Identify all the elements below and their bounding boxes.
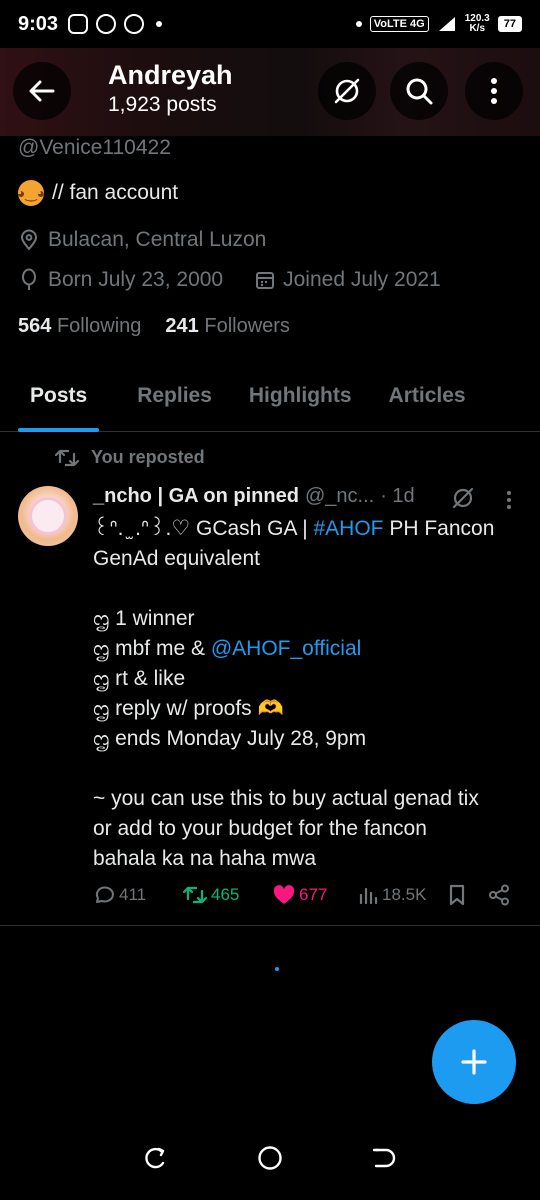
post-text: ꒰ᐢ. ̫ .ᐢ꒱.♡ GCash GA | #AHOF PH Fancon G…: [93, 514, 523, 874]
chat-bubble-icon: [96, 14, 117, 34]
vertical-dots-icon: [491, 78, 497, 104]
grok-icon: [334, 78, 360, 104]
search-icon: [406, 78, 433, 105]
more-options-button[interactable]: [465, 62, 523, 120]
post-divider: [0, 925, 540, 926]
views-button[interactable]: 18.5K: [358, 885, 448, 905]
post-header: _ncho | GA on pinned @_nc... · 1d: [93, 485, 415, 508]
post-more-button[interactable]: [506, 490, 512, 515]
hashtag-link[interactable]: #AHOF: [314, 517, 384, 540]
profile-bio: ◕‿◕ // fan account: [17, 180, 179, 206]
plus-icon: [461, 1049, 487, 1075]
bar-chart-icon: [359, 887, 378, 905]
grok-icon: [452, 487, 474, 509]
post-line: ᦗ mbf me & @AHOF_official: [93, 637, 362, 660]
recent-apps-icon: [145, 1147, 165, 1168]
post-line: ~ you can use this to buy actual genad t…: [93, 787, 479, 810]
status-time: 9:03: [18, 12, 59, 35]
profile-location: Bulacan, Central Luzon: [18, 228, 266, 252]
like-button[interactable]: 677: [273, 885, 358, 905]
cat-emoji-icon: ◕‿◕: [17, 180, 45, 206]
calendar-icon: [256, 272, 275, 289]
mention-link[interactable]: @AHOF_official: [211, 637, 361, 660]
compose-post-button[interactable]: [432, 1020, 516, 1104]
profile-display-name: Andreyah: [108, 60, 233, 90]
follow-stats: 564 Following 241 Followers: [18, 315, 290, 338]
back-nav-button[interactable]: [372, 1146, 396, 1175]
home-button[interactable]: [257, 1145, 283, 1176]
arrow-left-icon: [29, 80, 55, 102]
bookmark-button[interactable]: [448, 884, 488, 906]
share-button[interactable]: [488, 884, 510, 906]
tab-highlights[interactable]: Highlights: [249, 360, 352, 432]
profile-tabs: Posts Replies Highlights Articles: [0, 360, 540, 432]
reply-button[interactable]: 411: [93, 885, 183, 905]
profile-header-banner: Andreyah 1,923 posts: [0, 48, 540, 136]
profile-handle: @Venice110422: [18, 136, 171, 159]
status-right-icons: VoLTE 4G 120.3 K/s 77: [352, 14, 522, 34]
post-author-handle[interactable]: @_nc...: [305, 485, 374, 508]
loading-indicator: [275, 967, 279, 971]
tab-posts[interactable]: Posts: [18, 360, 100, 432]
home-circle-icon: [258, 1145, 282, 1170]
repost-icon: [183, 886, 207, 904]
back-nav-icon: [372, 1148, 395, 1167]
post-author-avatar[interactable]: [18, 486, 78, 546]
balloon-icon: [22, 268, 36, 290]
post-author-name[interactable]: _ncho | GA on pinned: [93, 485, 299, 508]
profile-dates: Born July 23, 2000 Joined July 2021: [18, 268, 441, 292]
birth-date: Born July 23, 2000: [48, 268, 224, 291]
post-line: or add to your budget for the fancon: [93, 817, 427, 840]
back-button[interactable]: [13, 62, 71, 120]
share-icon: [489, 884, 509, 906]
followers-link[interactable]: 241 Followers: [165, 315, 290, 338]
location-pin-icon: [20, 229, 38, 251]
reply-icon: [95, 886, 114, 903]
post-line: bahala ka na haha mwa: [93, 847, 316, 870]
post-line: ᦗ ends Monday July 28, 9pm: [93, 727, 367, 750]
following-link[interactable]: 564 Following: [18, 315, 141, 338]
network-speed: 120.3 K/s: [464, 13, 490, 34]
system-navigation-bar: [0, 1120, 540, 1200]
tab-articles[interactable]: Articles: [389, 360, 466, 432]
signal-icon: [438, 17, 455, 31]
status-bar: 9:03 VoLTE 4G 120.3 K/s 77: [0, 0, 540, 48]
recent-apps-button[interactable]: [144, 1146, 168, 1175]
join-date: Joined July 2021: [283, 268, 441, 291]
bio-text: // fan account: [52, 181, 179, 204]
instagram-icon: [68, 14, 89, 34]
heart-icon: [273, 885, 295, 904]
post-grok-button[interactable]: [450, 485, 476, 516]
header-title: Andreyah 1,923 posts: [108, 60, 233, 117]
post-line: ᦗ 1 winner: [93, 607, 195, 630]
bookmark-icon: [449, 884, 465, 906]
messenger-icon: [124, 14, 145, 34]
post-action-bar: 411 465 677 18.5K: [93, 884, 523, 906]
grok-button[interactable]: [318, 62, 376, 120]
battery-indicator: 77: [497, 16, 522, 32]
post-line: ᦗ reply w/ proofs 🫶: [93, 697, 284, 720]
volte-badge: VoLTE 4G: [369, 16, 429, 32]
repost-button[interactable]: 465: [183, 885, 273, 905]
status-notification-icons: [68, 14, 163, 34]
post-line: GenAd equivalent: [93, 547, 260, 570]
post-line: ᦗ rt & like: [93, 667, 186, 690]
notification-dot-icon: [355, 21, 362, 27]
post-timestamp[interactable]: · 1d: [380, 485, 414, 508]
post-line: ꒰ᐢ. ̫ .ᐢ꒱.♡ GCash GA | #AHOF PH Fancon: [93, 517, 495, 540]
repost-indicator: You reposted: [55, 447, 205, 468]
more-notifications-dot-icon: [156, 21, 163, 27]
profile-post-count: 1,923 posts: [108, 93, 217, 116]
search-button[interactable]: [390, 62, 448, 120]
repost-icon: [55, 449, 79, 466]
active-tab-indicator: [18, 427, 100, 432]
tab-replies[interactable]: Replies: [137, 360, 212, 432]
vertical-dots-icon: [507, 491, 511, 509]
